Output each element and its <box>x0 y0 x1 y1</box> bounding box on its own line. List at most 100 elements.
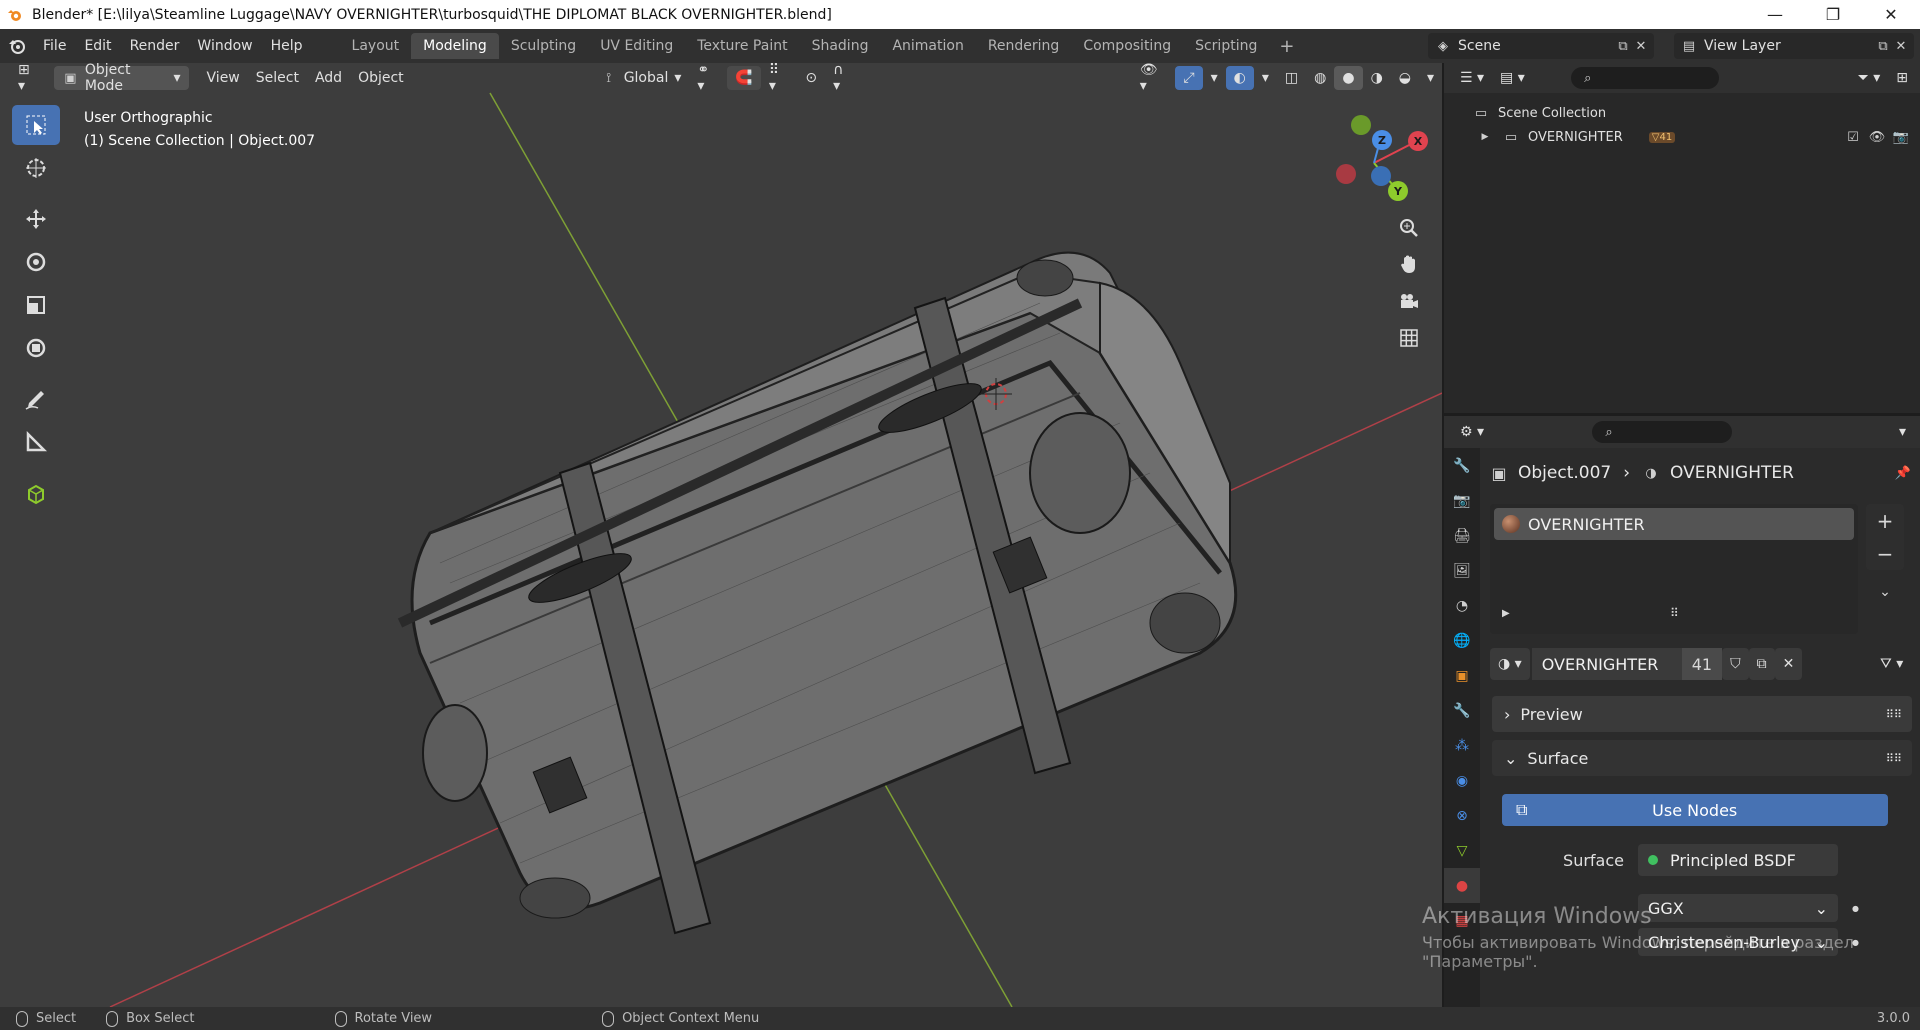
tab-layout[interactable]: Layout <box>340 33 412 59</box>
browse-material-icon[interactable]: ◑ ▾ <box>1490 648 1530 680</box>
modifier-tab-icon[interactable]: 🔧 <box>1444 693 1480 728</box>
mesh-count-badge[interactable]: ▽ 41 <box>1648 131 1676 143</box>
preview-panel-header[interactable]: › Preview ⠿⠿ <box>1492 696 1912 732</box>
xray-toggle-icon[interactable]: ◫ <box>1277 66 1306 90</box>
viewport-menu-view[interactable]: View <box>199 66 248 90</box>
tab-sculpting[interactable]: Sculpting <box>499 33 588 59</box>
scene-tab-icon[interactable]: ◔ <box>1444 588 1480 623</box>
material-tab-icon[interactable]: ● <box>1444 868 1480 903</box>
tab-shading[interactable]: Shading <box>800 33 881 59</box>
tab-scripting[interactable]: Scripting <box>1183 33 1269 59</box>
viewport-menu-select[interactable]: Select <box>248 66 307 90</box>
gizmo-neg-y-icon[interactable] <box>1351 115 1371 135</box>
display-mode-icon[interactable]: ▤ ▾ <box>1492 66 1533 90</box>
overlay-toggle-icon[interactable]: ◐ <box>1225 66 1254 90</box>
expand-slot-icon[interactable]: ▶ <box>1502 608 1510 619</box>
gizmo-neg-z-icon[interactable] <box>1371 166 1391 186</box>
unlink-material-icon[interactable]: ✕ <box>1774 648 1803 680</box>
user-count-badge[interactable]: 41 <box>1681 648 1723 680</box>
particles-tab-icon[interactable]: ⁂ <box>1444 728 1480 763</box>
navigation-gizmo[interactable]: X Y Z <box>1336 115 1428 201</box>
transform-tool-icon[interactable] <box>12 328 60 368</box>
close-button[interactable]: ✕ <box>1862 0 1920 29</box>
snap-toggle-icon[interactable]: 🧲 <box>727 66 761 90</box>
add-cube-tool-icon[interactable] <box>12 473 60 513</box>
tab-rendering[interactable]: Rendering <box>976 33 1072 59</box>
proportional-editing-icon[interactable]: ⊙ <box>797 66 825 90</box>
shading-dropdown-icon[interactable]: ▾ <box>1419 66 1442 90</box>
drag-handle-icon[interactable]: ⠿⠿ <box>1886 752 1902 765</box>
viewport-scene[interactable]: X Y Z <box>0 63 1442 1007</box>
blender-menu-icon[interactable] <box>0 29 34 63</box>
menu-edit[interactable]: Edit <box>75 29 120 63</box>
falloff-icon[interactable]: ∩ ▾ <box>825 63 862 94</box>
constraints-tab-icon[interactable]: ⊗ <box>1444 798 1480 833</box>
transform-orientation-selector[interactable]: ⟟ Global ▾ <box>592 66 690 90</box>
new-scene-icon[interactable]: ⧉ <box>1614 37 1632 55</box>
filter-icon[interactable]: ⏷ ▾ <box>1850 66 1889 90</box>
delete-view-layer-icon[interactable]: ✕ <box>1892 37 1910 55</box>
pivot-point-icon[interactable]: ⚭ ▾ <box>689 63 727 94</box>
minimize-button[interactable]: — <box>1746 0 1804 29</box>
world-tab-icon[interactable]: 🌐 <box>1444 623 1480 658</box>
scale-tool-icon[interactable] <box>12 285 60 325</box>
output-tab-icon[interactable]: 🖨 <box>1444 518 1480 553</box>
viewport-menu-object[interactable]: Object <box>350 66 412 90</box>
new-view-layer-icon[interactable]: ⧉ <box>1874 37 1892 55</box>
cursor-tool-icon[interactable] <box>12 148 60 188</box>
remove-slot-icon[interactable]: − <box>1866 537 1904 570</box>
mesh-data-tab-icon[interactable]: ▽ <box>1444 833 1480 868</box>
rendered-shading-icon[interactable]: ◒ <box>1391 66 1419 90</box>
ortho-grid-icon[interactable] <box>1392 321 1426 355</box>
snap-target-icon[interactable]: ⠿ ▾ <box>761 63 798 94</box>
tab-modeling[interactable]: Modeling <box>411 33 499 59</box>
view-layer-tab-icon[interactable]: 🖼 <box>1444 553 1480 588</box>
new-collection-icon[interactable]: ⊞ <box>1888 66 1916 90</box>
camera-view-icon[interactable] <box>1392 284 1426 318</box>
measure-tool-icon[interactable] <box>12 422 60 462</box>
render-tab-icon[interactable]: 📷 <box>1444 483 1480 518</box>
maximize-button[interactable]: ❐ <box>1804 0 1862 29</box>
expand-arrow-icon[interactable]: ▶ <box>1476 128 1494 146</box>
3d-viewport[interactable]: X Y Z ⊞ ▾ ▣ Object Mode ▾ View Select Add… <box>0 63 1442 1007</box>
tool-tab-icon[interactable]: 🔧 <box>1444 448 1480 483</box>
exclude-checkbox-icon[interactable]: ☑ <box>1844 128 1862 146</box>
resize-grip-icon[interactable]: ⠿ <box>1670 606 1679 620</box>
visibility-icon[interactable]: 👁 ▾ <box>1132 63 1176 94</box>
menu-window[interactable]: Window <box>188 29 261 63</box>
surface-shader-selector[interactable]: Principled BSDF <box>1638 844 1838 876</box>
use-nodes-button[interactable]: ⧉ Use Nodes <box>1502 794 1888 826</box>
wireframe-shading-icon[interactable]: ◍ <box>1306 66 1334 90</box>
tab-texture-paint[interactable]: Texture Paint <box>685 33 799 59</box>
outliner-item-overnighter[interactable]: ▶ ▭ OVERNIGHTER ▽ 41 ☑ 👁 📷 <box>1444 125 1920 149</box>
menu-render[interactable]: Render <box>121 29 189 63</box>
scene-selector[interactable]: ◈ Scene ⧉ ✕ <box>1428 33 1654 59</box>
properties-editor-type-icon[interactable]: ⚙ ▾ <box>1452 420 1492 444</box>
gizmo-dropdown-icon[interactable]: ▾ <box>1203 66 1226 90</box>
pan-hand-icon[interactable] <box>1392 247 1426 281</box>
material-name-field[interactable]: OVERNIGHTER <box>1531 648 1682 680</box>
properties-search-input[interactable]: ⌕ <box>1592 421 1733 443</box>
menu-file[interactable]: File <box>34 29 75 63</box>
delete-scene-icon[interactable]: ✕ <box>1632 37 1650 55</box>
surface-panel-header[interactable]: ⌄ Surface ⠿⠿ <box>1492 740 1912 776</box>
gizmo-neg-x-icon[interactable] <box>1336 164 1356 184</box>
select-box-tool-icon[interactable] <box>12 105 60 145</box>
duplicate-material-icon[interactable]: ⧉ <box>1748 648 1775 680</box>
add-slot-icon[interactable]: + <box>1866 504 1904 537</box>
visibility-eye-icon[interactable]: 👁 <box>1868 128 1886 146</box>
tab-uv-editing[interactable]: UV Editing <box>588 33 685 59</box>
physics-tab-icon[interactable]: ◉ <box>1444 763 1480 798</box>
zoom-icon[interactable] <box>1392 211 1426 245</box>
object-tab-icon[interactable]: ▣ <box>1444 658 1480 693</box>
properties-options-icon[interactable]: ▾ <box>1891 420 1914 444</box>
editor-type-icon[interactable]: ⊞ ▾ <box>10 63 48 94</box>
overlay-dropdown-icon[interactable]: ▾ <box>1254 66 1277 90</box>
material-shading-icon[interactable]: ◑ <box>1363 66 1391 90</box>
tab-animation[interactable]: Animation <box>880 33 975 59</box>
tab-compositing[interactable]: Compositing <box>1071 33 1183 59</box>
menu-help[interactable]: Help <box>262 29 312 63</box>
scene-collection-row[interactable]: ▭ Scene Collection <box>1444 101 1920 125</box>
annotate-tool-icon[interactable] <box>12 379 60 419</box>
add-workspace-icon[interactable]: + <box>1269 36 1304 57</box>
